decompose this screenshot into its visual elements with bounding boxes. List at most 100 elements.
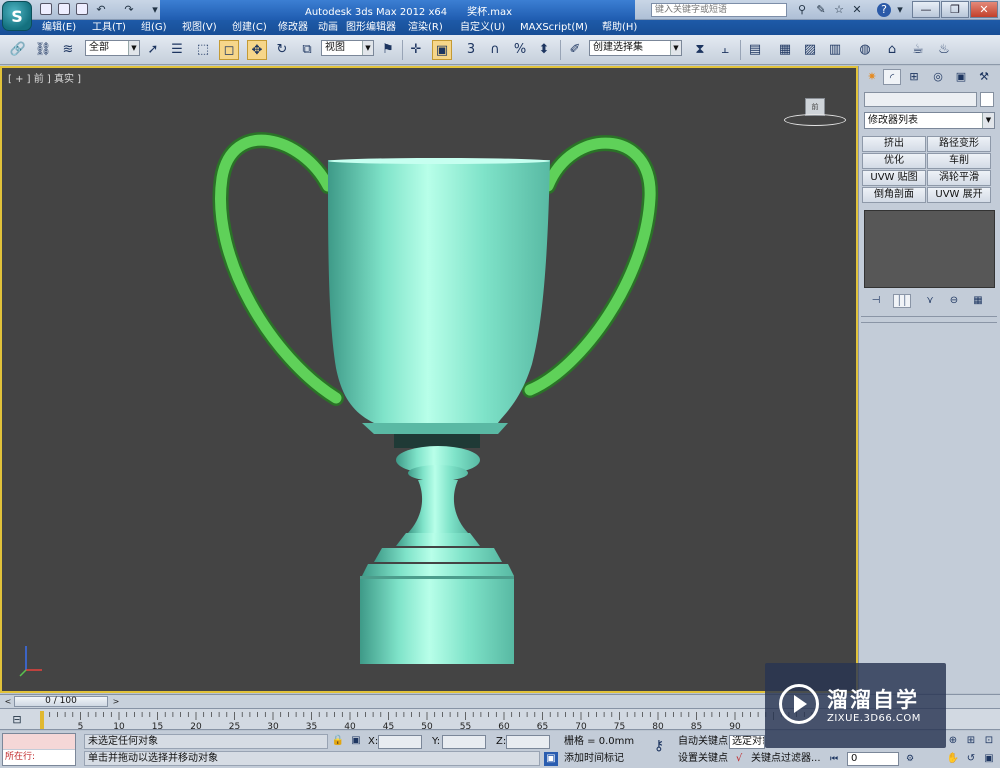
trophy-model[interactable] [2,68,856,691]
utilities-tab-icon[interactable]: ⚒ [975,69,993,85]
key-icon[interactable]: ⚷ [648,739,670,753]
menu-create[interactable]: 创建(C) [232,21,267,34]
y-coordinate-input[interactable] [442,735,486,749]
select-object-icon[interactable]: ➚ [143,40,163,60]
key-mode-dropdown[interactable]: 选定对象 [729,735,765,749]
menu-animation[interactable]: 动画 [318,21,338,34]
zoom-extents-icon[interactable]: ⊡ [982,734,996,748]
curve-editor-icon[interactable]: ▨ [800,40,820,60]
z-coordinate-input[interactable] [506,735,550,749]
create-tab-icon[interactable]: ✷ [863,69,881,85]
key-filters-button[interactable]: 关键点过滤器... [751,752,821,766]
render-production-icon[interactable]: ♨ [934,40,954,60]
modifier-button-uvw-map[interactable]: UVW 贴图 [862,170,926,186]
menu-edit[interactable]: 编辑(E) [42,21,76,34]
help-dropdown-icon[interactable]: ▾ [893,3,907,17]
mirror-icon[interactable]: ⧗ [690,40,710,60]
add-time-tag-label[interactable]: 添加时间标记 [564,752,624,766]
graphite-tools-icon[interactable]: ▦ [775,40,795,60]
quick-access-dropdown-icon[interactable]: ▾ [148,3,162,17]
selection-region-icon[interactable]: ⬚ [193,40,213,60]
object-color-swatch[interactable] [980,92,994,107]
make-unique-icon[interactable]: ⋎ [921,294,939,308]
trophy-bowl[interactable] [328,160,550,423]
menu-group[interactable]: 组(G) [141,21,167,34]
add-time-tag-icon[interactable]: ▣ [544,752,558,766]
maximize-button[interactable]: ❐ [941,1,969,18]
star-icon[interactable]: ☆ [832,3,846,17]
search-input[interactable]: 键入关键字或短语 [651,3,787,17]
close-info-icon[interactable]: ✕ [850,3,864,17]
absolute-mode-icon[interactable]: ▣ [349,734,363,748]
undo-icon[interactable]: ↶ [94,3,108,17]
select-and-move-icon[interactable]: ✥ [247,40,267,60]
hierarchy-tab-icon[interactable]: ⊞ [905,69,923,85]
select-manipulate-icon[interactable]: ✛ [406,40,426,60]
angle-snap-icon[interactable]: ∩ [485,40,505,60]
minimize-button[interactable]: — [912,1,940,18]
orbit-icon[interactable]: ↺ [964,752,978,766]
binoculars-icon[interactable]: ⚲ [795,3,809,17]
menu-customize[interactable]: 自定义(U) [460,21,505,34]
viewport-front[interactable]: [ + ] 前 ] 真实 ] 前 [0,66,858,693]
unlink-icon[interactable]: ⛓ [33,40,53,60]
app-logo-icon[interactable]: S [2,1,32,31]
modifier-button-path-deform[interactable]: 路径变形 [927,136,991,152]
time-config-icon[interactable]: ⚙ [903,752,917,766]
open-file-icon[interactable] [58,3,70,15]
modifier-button-optimize[interactable]: 优化 [862,153,926,169]
modifier-list-dropdown[interactable]: 修改器列表 ▼ [864,112,995,129]
close-button[interactable]: ✕ [970,1,998,18]
object-name-field[interactable] [864,92,977,107]
link-icon[interactable]: 🔗 [8,40,28,60]
set-key-button[interactable]: 设置关键点 [678,752,728,766]
modifier-button-unwrap-uvw[interactable]: UVW 展开 [927,187,991,203]
modifier-button-bevel-profile[interactable]: 倒角剖面 [862,187,926,203]
select-by-name-icon[interactable]: ☰ [167,40,187,60]
percent-snap-icon[interactable]: % [510,40,530,60]
time-slider-next-icon[interactable]: > [110,696,122,707]
auto-key-button[interactable]: 自动关键点 [678,735,728,749]
named-selection-dropdown[interactable]: 创建选择集 ▼ [589,40,682,56]
save-file-icon[interactable] [76,3,88,15]
trackbar-current-frame-marker[interactable] [40,711,44,729]
select-and-rotate-icon[interactable]: ↻ [272,40,292,60]
menu-help[interactable]: 帮助(H) [602,21,637,34]
menu-maxscript[interactable]: MAXScript(M) [520,21,588,34]
maxscript-listener[interactable]: 所在行: [2,733,76,766]
align-icon[interactable]: ⫠ [715,40,735,60]
pivot-center-icon[interactable]: ⚑ [378,40,398,60]
keyboard-shortcut-override-icon[interactable]: ▣ [432,40,452,60]
modifier-button-extrude[interactable]: 挤出 [862,136,926,152]
selection-filter-dropdown[interactable]: 全部 ▼ [85,40,140,56]
menu-modifiers[interactable]: 修改器 [278,21,308,34]
display-tab-icon[interactable]: ▣ [952,69,970,85]
modify-tab-icon[interactable]: ◜ [883,69,901,85]
set-key-curve-icon[interactable]: √ [732,752,746,766]
show-end-result-icon[interactable]: ⏐⏐ [893,294,911,308]
configure-modifier-sets-icon[interactable]: ▦ [969,294,987,308]
wrench-icon[interactable]: ✎ [814,3,828,17]
pan-view-icon[interactable]: ✋ [946,752,960,766]
current-frame-input[interactable]: 0 [847,752,899,766]
zoom-icon[interactable]: ⊕ [946,734,960,748]
snaps-toggle-icon[interactable]: 3 [461,40,481,60]
spinner-snap-icon[interactable]: ⬍ [534,40,554,60]
x-coordinate-input[interactable] [378,735,422,749]
modifier-stack-list[interactable] [864,210,995,288]
trophy-base-block[interactable] [360,576,514,664]
menu-views[interactable]: 视图(V) [182,21,217,34]
pin-stack-icon[interactable]: ⊣ [867,294,885,308]
menu-rendering[interactable]: 渲染(R) [408,21,443,34]
zoom-all-icon[interactable]: ⊞ [964,734,978,748]
selection-lock-icon[interactable]: 🔒 [331,734,345,748]
time-slider-prev-icon[interactable]: < [2,696,14,707]
rendered-frame-window-icon[interactable]: ☕ [908,40,928,60]
material-editor-icon[interactable]: ◍ [855,40,875,60]
select-and-scale-icon[interactable]: ⧉ [297,40,317,60]
schematic-view-icon[interactable]: ▥ [825,40,845,60]
render-setup-icon[interactable]: ⌂ [882,40,902,60]
menu-tools[interactable]: 工具(T) [92,21,126,34]
new-file-icon[interactable] [40,3,52,15]
maximize-viewport-icon[interactable]: ▣ [982,752,996,766]
